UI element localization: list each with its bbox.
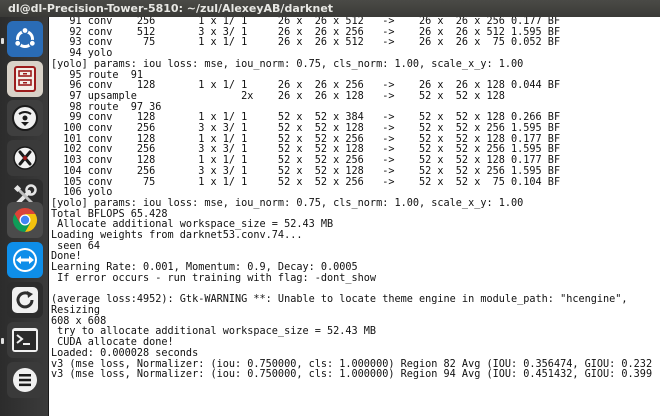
terminal-output[interactable]: 91 conv 256 1 x 1/ 1 26 x 26 x 512 -> 26…	[49, 17, 660, 416]
launcher-monitor[interactable]	[7, 362, 43, 398]
launcher-disk-utility[interactable]	[7, 100, 43, 136]
launcher-teamviewer[interactable]	[7, 242, 43, 278]
launcher-updater[interactable]	[7, 282, 43, 318]
launcher-files[interactable]	[7, 61, 43, 97]
terminal-line: 104 conv 256 3 x 3/ 1 52 x 52 x 128 -> 5…	[51, 165, 561, 177]
terminal-icon	[12, 328, 38, 352]
disk-icon	[12, 105, 38, 131]
terminal-text: 91 conv 256 1 x 1/ 1 26 x 26 x 512 -> 26…	[49, 17, 660, 381]
terminal-line: 93 conv 75 1 x 1/ 1 26 x 26 x 512 -> 26 …	[51, 37, 561, 49]
window-title: dl@dl-Precision-Tower-5810: ~/zul/Alexey…	[0, 0, 660, 17]
terminal-line: Resizing	[51, 304, 101, 316]
launcher-settings[interactable]	[7, 140, 43, 176]
terminal-line: [yolo] params: iou loss: mse, iou_norm: …	[51, 58, 524, 70]
terminal-line: v3 (mse loss, Normalizer: (iou: 0.750000…	[51, 369, 653, 381]
terminal-line: Loading weights from darknet53.conv.74..…	[51, 230, 303, 242]
launcher-dash-home[interactable]	[7, 21, 43, 57]
tools-icon	[13, 146, 37, 170]
terminal-line: 105 conv 75 1 x 1/ 1 52 x 52 x 256 -> 52…	[51, 176, 561, 188]
ubuntu-logo-icon	[14, 26, 36, 48]
launcher-active-pip	[1, 338, 4, 344]
terminal-line: (average loss:4952): Gtk-WARNING **: Una…	[51, 294, 628, 306]
refresh-icon	[12, 287, 38, 313]
launcher	[0, 17, 49, 416]
launcher-running-pip	[1, 38, 4, 44]
teamviewer-icon	[13, 248, 37, 272]
chrome-icon	[12, 208, 38, 232]
list-icon	[13, 368, 37, 392]
file-cabinet-icon	[14, 66, 36, 92]
terminal-line: If error occurs - run training with flag…	[51, 272, 377, 284]
launcher-chrome[interactable]	[7, 202, 43, 238]
launcher-terminal[interactable]	[7, 322, 43, 358]
terminal-line: seen 64	[51, 240, 101, 252]
terminal-line: Loaded: 0.000028 seconds	[51, 347, 199, 359]
